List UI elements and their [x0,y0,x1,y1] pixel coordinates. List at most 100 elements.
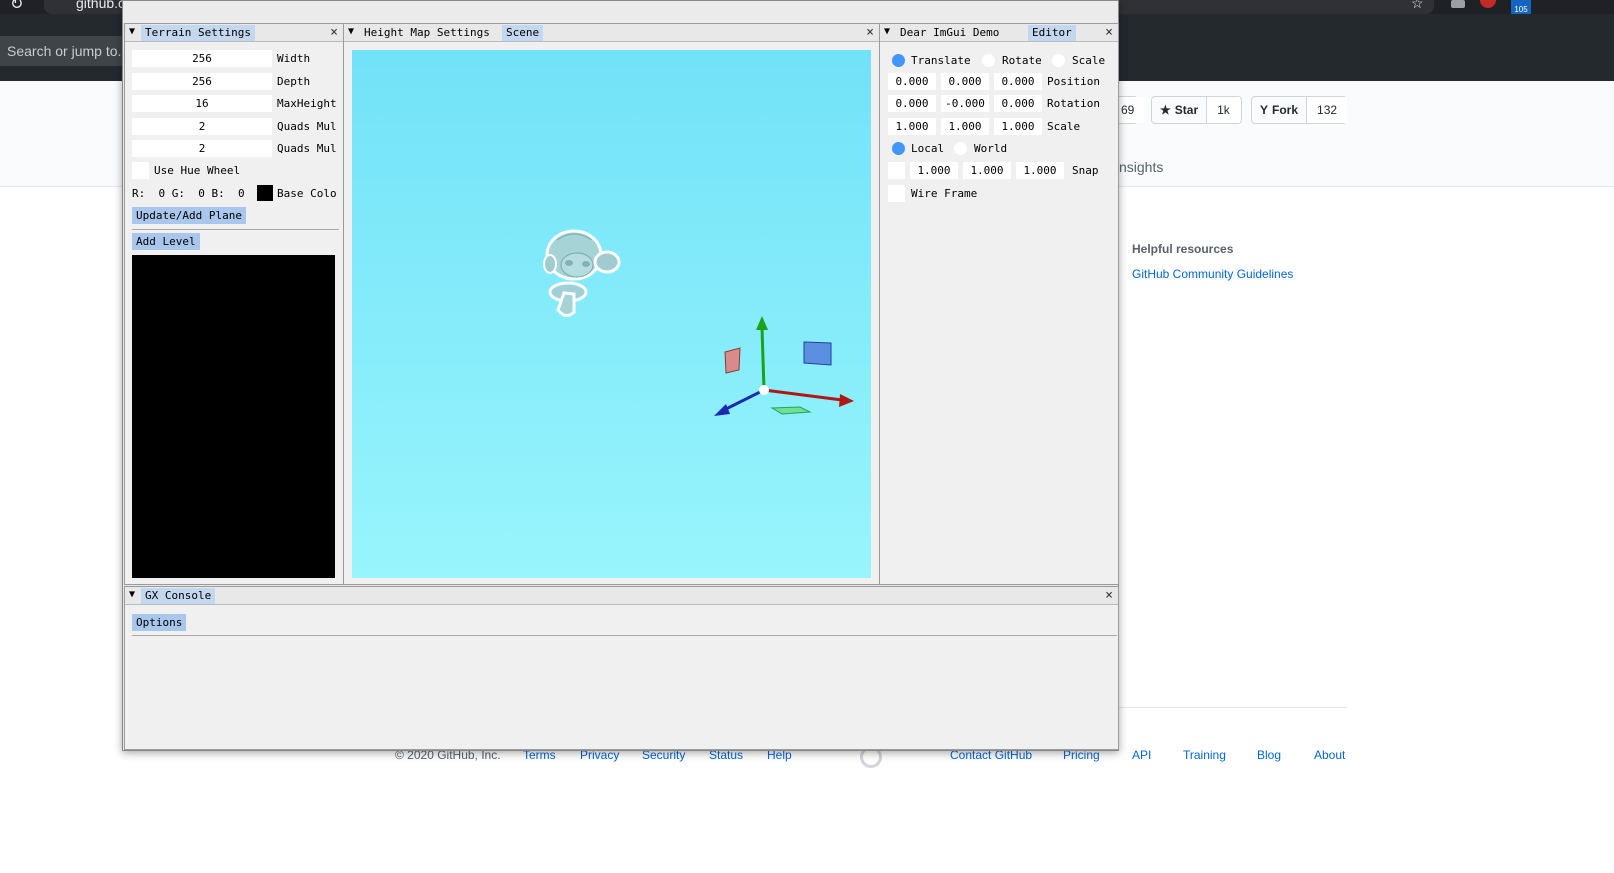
wireframe-checkbox[interactable] [888,185,905,202]
rotate-label: Rotate [1002,54,1042,67]
console-log-area[interactable] [132,639,1117,745]
footer-link-training[interactable]: Training [1183,748,1226,762]
quads-mul-input-2[interactable]: 2 [132,140,272,157]
star-label: Star [1174,103,1199,117]
world-radio[interactable] [954,142,967,155]
depth-input[interactable]: 256 [132,73,272,90]
tab-imgui-demo[interactable]: Dear ImGui Demo [896,25,1003,41]
rotation-label: Rotation [1047,97,1100,110]
scale-z-input[interactable]: 1.000 [994,118,1042,135]
rotation-x-input[interactable]: 0.000 [888,95,936,112]
fork-button[interactable]: Y Fork 132 [1251,96,1348,124]
tab-insights[interactable]: nsights [1119,159,1163,175]
world-label: World [974,142,1008,155]
scene-viewport[interactable] [352,50,871,578]
app-titlebar[interactable] [123,1,1118,23]
star-button[interactable]: ★ Star 1k [1151,96,1242,124]
maxheight-label: MaxHeight [277,97,337,110]
scale-label: Scale [1047,120,1081,133]
fork-label: Fork [1272,103,1299,117]
close-icon[interactable]: × [866,24,874,41]
local-label: Local [911,142,945,155]
snap-y-input[interactable]: 1.000 [963,162,1011,179]
reload-icon[interactable]: ↻ [10,0,23,14]
separator [132,635,1117,636]
collapse-triangle-icon[interactable]: ▼ [348,26,354,37]
separator [132,229,339,230]
scene-panel: ▼ Height Map Settings Scene × [343,23,880,585]
local-radio[interactable] [892,142,905,155]
close-icon[interactable]: × [1105,24,1113,41]
wireframe-label: Wire Frame [911,187,978,200]
snap-x-input[interactable]: 1.000 [910,162,958,179]
snap-checkbox[interactable] [888,162,905,179]
update-add-plane-button[interactable]: Update/Add Plane [132,207,246,224]
heightmap-preview [132,255,335,578]
add-level-button[interactable]: Add Level [132,233,200,250]
width-input[interactable]: 256 [132,50,272,67]
depth-label: Depth [277,75,311,88]
transform-gizmo[interactable] [714,316,854,416]
hue-wheel-checkbox[interactable] [132,162,149,179]
snap-label: Snap [1072,164,1099,177]
footer-link-about[interactable]: About [1314,748,1345,762]
bookmark-star-icon[interactable]: ☆ [1411,0,1424,12]
extension-icon[interactable] [1451,0,1465,8]
tab-scene[interactable]: Scene [502,25,544,41]
tab-gx-console[interactable]: GX Console [141,588,216,604]
github-search-input[interactable]: Search or jump to... [0,36,130,66]
star-icon: ★ [1160,103,1171,117]
base-color-label: Base Colo [277,187,337,200]
position-x-input[interactable]: 0.000 [888,73,936,90]
position-y-input[interactable]: 0.000 [941,73,989,90]
rotation-y-input[interactable]: -0.000 [941,95,989,112]
terrain-settings-panel: ▼ Terrain Settings × 256 Width 256 Depth… [124,23,344,585]
scale-y-input[interactable]: 1.000 [941,118,989,135]
base-color-swatch[interactable] [257,185,273,201]
tab-editor[interactable]: Editor [1028,25,1076,41]
address-text: github.c [76,0,126,11]
scale-x-input[interactable]: 1.000 [888,118,936,135]
rgb-values[interactable]: R: 0 G: 0 B: 0 [132,185,245,202]
close-icon[interactable]: × [330,24,338,41]
scale-op-label: Scale [1072,54,1106,67]
scene-render [543,229,854,416]
scale-radio[interactable] [1052,54,1065,67]
snap-z-input[interactable]: 1.000 [1016,162,1064,179]
tab-terrain-settings[interactable]: Terrain Settings [141,25,255,41]
adblock-extension-icon[interactable] [1480,0,1496,8]
footer-link-blog[interactable]: Blog [1257,748,1281,762]
quads-mul-label-1: Quads Mul [277,120,337,133]
fork-count: 132 [1306,97,1348,123]
quads-mul-input-1[interactable]: 2 [132,118,272,135]
console-options-button[interactable]: Options [132,614,187,631]
community-guidelines-link[interactable]: GitHub Community Guidelines [1132,267,1293,281]
extension-badge-count: 105 [1514,5,1528,14]
helpful-resources-title: Helpful resources [1132,242,1234,256]
terrain-panel-header[interactable]: ▼ Terrain Settings × [125,24,343,42]
hue-wheel-label: Use Hue Wheel [154,164,241,177]
position-z-input[interactable]: 0.000 [994,73,1042,90]
editor-panel-header[interactable]: ▼ Dear ImGui Demo Editor × [880,24,1118,42]
monkey-model-icon[interactable] [543,229,621,317]
collapse-triangle-icon[interactable]: ▼ [884,26,890,37]
quads-mul-label-2: Quads Mul [277,142,337,155]
rotation-z-input[interactable]: 0.000 [994,95,1042,112]
rotate-radio[interactable] [982,54,995,67]
position-label: Position [1047,75,1100,88]
console-panel: ▼ GX Console × Options [124,586,1119,750]
footer-link-api[interactable]: API [1132,748,1151,762]
width-label: Width [277,52,311,65]
collapse-triangle-icon[interactable]: ▼ [129,589,135,600]
close-icon[interactable]: × [1105,587,1113,604]
fork-icon: Y [1260,103,1269,117]
maxheight-input[interactable]: 16 [132,95,272,112]
editor-panel: ▼ Dear ImGui Demo Editor × Translate Rot… [879,23,1119,585]
translate-label: Translate [911,54,971,67]
tab-height-map-settings[interactable]: Height Map Settings [360,25,494,41]
extension-badge-icon[interactable]: 105 [1511,0,1531,14]
translate-radio[interactable] [892,54,905,67]
console-panel-header[interactable]: ▼ GX Console × [125,587,1118,605]
scene-panel-header[interactable]: ▼ Height Map Settings Scene × [344,24,879,42]
collapse-triangle-icon[interactable]: ▼ [129,26,135,37]
